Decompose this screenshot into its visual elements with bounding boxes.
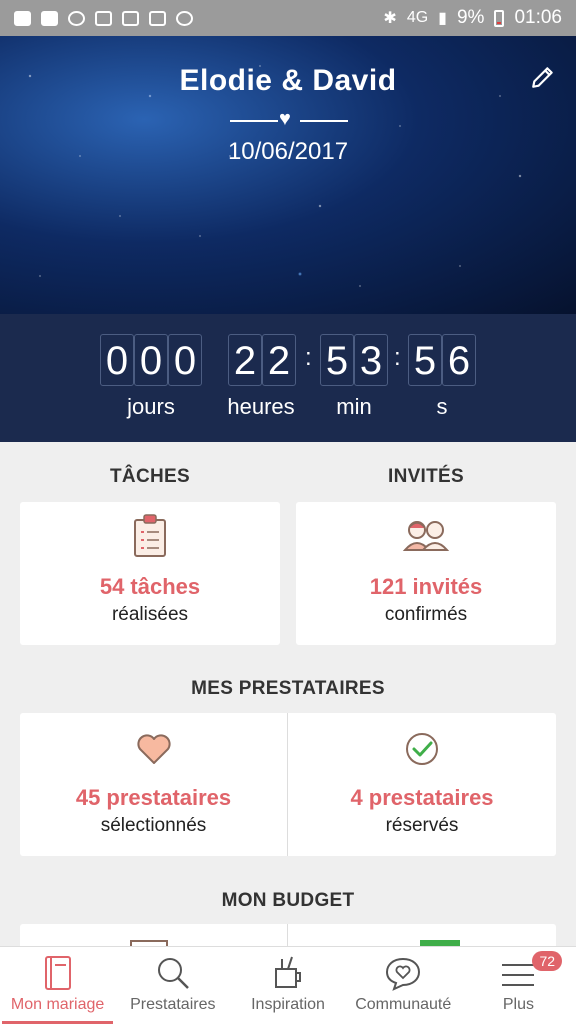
nav-prestataires[interactable]: Prestataires: [115, 947, 230, 1024]
pinterest-icon: [68, 10, 85, 26]
days-label: jours: [127, 394, 175, 419]
digit: 2: [228, 334, 262, 386]
signal-icon: ▮: [438, 10, 447, 27]
clock: 01:06: [514, 7, 562, 28]
digit: 0: [134, 334, 168, 386]
alert-icon: [14, 10, 31, 26]
countdown-minutes: 53: [320, 334, 388, 386]
guests-card[interactable]: 121 invités confirmés: [296, 502, 556, 645]
budget-title: MON BUDGET: [221, 890, 355, 911]
tasks-title: TÂCHES: [110, 466, 190, 487]
image-icon: [149, 10, 166, 26]
digit: 6: [442, 334, 476, 386]
voicemail-icon: [95, 10, 112, 26]
guests-sub: confirmés: [384, 604, 468, 625]
status-bar: ✱ 4G ▮ 9% 01:06: [0, 0, 576, 36]
check-circle-icon: [406, 733, 438, 765]
wedding-date: 10/06/2017: [227, 138, 349, 165]
heart-divider: ♥: [230, 108, 348, 130]
countdown-seconds: 56: [408, 334, 476, 386]
inspiration-icon: [275, 956, 301, 988]
notebook-icon: [44, 956, 71, 990]
bluetooth-icon: ✱: [383, 10, 397, 27]
vendors-booked-sub: réservés: [385, 815, 459, 836]
countdown-days: 000: [100, 334, 202, 386]
tasks-count: 54 tâches: [99, 574, 201, 599]
tasks-sub: réalisées: [111, 604, 189, 625]
nav-plus[interactable]: 72 Plus: [461, 947, 576, 1024]
edit-pencil-icon[interactable]: [530, 64, 556, 90]
digit: 0: [168, 334, 202, 386]
nav-mon-mariage[interactable]: Mon mariage: [0, 947, 115, 1024]
nav-label: Plus: [502, 996, 534, 1013]
clipboard-icon: [134, 514, 166, 557]
guests-icon: [402, 521, 450, 551]
nav-communaute[interactable]: Communauté: [346, 947, 461, 1024]
guests-count: 121 invités: [369, 574, 483, 599]
battery-icon: [494, 9, 505, 27]
nav-inspiration[interactable]: Inspiration: [230, 947, 345, 1024]
countdown-timer: 000 22 : 53 : 56 jours heures min s: [0, 314, 576, 442]
couple-names: Elodie & David: [179, 64, 397, 97]
vendors-selected-count: 45 prestataires: [75, 785, 232, 810]
menu-icon: [502, 964, 535, 986]
nav-label: Mon mariage: [10, 996, 105, 1013]
nav-label: Prestataires: [130, 996, 216, 1013]
digit: 5: [320, 334, 354, 386]
vendors-card: 45 prestataires sélectionnés 4 prestatai…: [20, 713, 556, 856]
chat-heart-icon: [386, 957, 421, 991]
battery-percent: 9%: [456, 7, 485, 28]
guests-title: INVITÉS: [387, 466, 464, 487]
digit: 0: [100, 334, 134, 386]
vendors-selected-sub: sélectionnés: [100, 815, 207, 836]
sync-icon: [176, 10, 193, 26]
digit: 3: [354, 334, 388, 386]
wedding-header: Elodie & David ♥ 10/06/2017: [0, 36, 576, 314]
bottom-navigation: Mon mariage Prestataires Inspiration Com…: [0, 946, 576, 1024]
colon: :: [305, 344, 312, 371]
nav-label: Inspiration: [251, 996, 325, 1013]
notification-badge: 72: [532, 951, 563, 971]
camera-icon: [122, 10, 139, 26]
vendors-booked-count: 4 prestataires: [350, 785, 494, 810]
tasks-card[interactable]: 54 tâches réalisées: [20, 502, 280, 645]
notification-icons: [14, 10, 193, 26]
colon: :: [394, 344, 401, 371]
heart-icon: [136, 734, 171, 764]
digit: 5: [408, 334, 442, 386]
heart-icon: ♥: [279, 108, 291, 130]
countdown-hours: 22: [228, 334, 296, 386]
nav-label: Communauté: [355, 996, 452, 1013]
digit: 2: [262, 334, 296, 386]
vendors-title: MES PRESTATAIRES: [191, 678, 385, 699]
mail-icon: [41, 10, 58, 26]
network-type: 4G: [406, 9, 429, 26]
seconds-label: s: [436, 394, 448, 419]
vendors-selected[interactable]: 45 prestataires sélectionnés: [20, 713, 287, 856]
search-icon: [157, 958, 189, 989]
vendors-booked[interactable]: 4 prestataires réservés: [288, 713, 556, 856]
